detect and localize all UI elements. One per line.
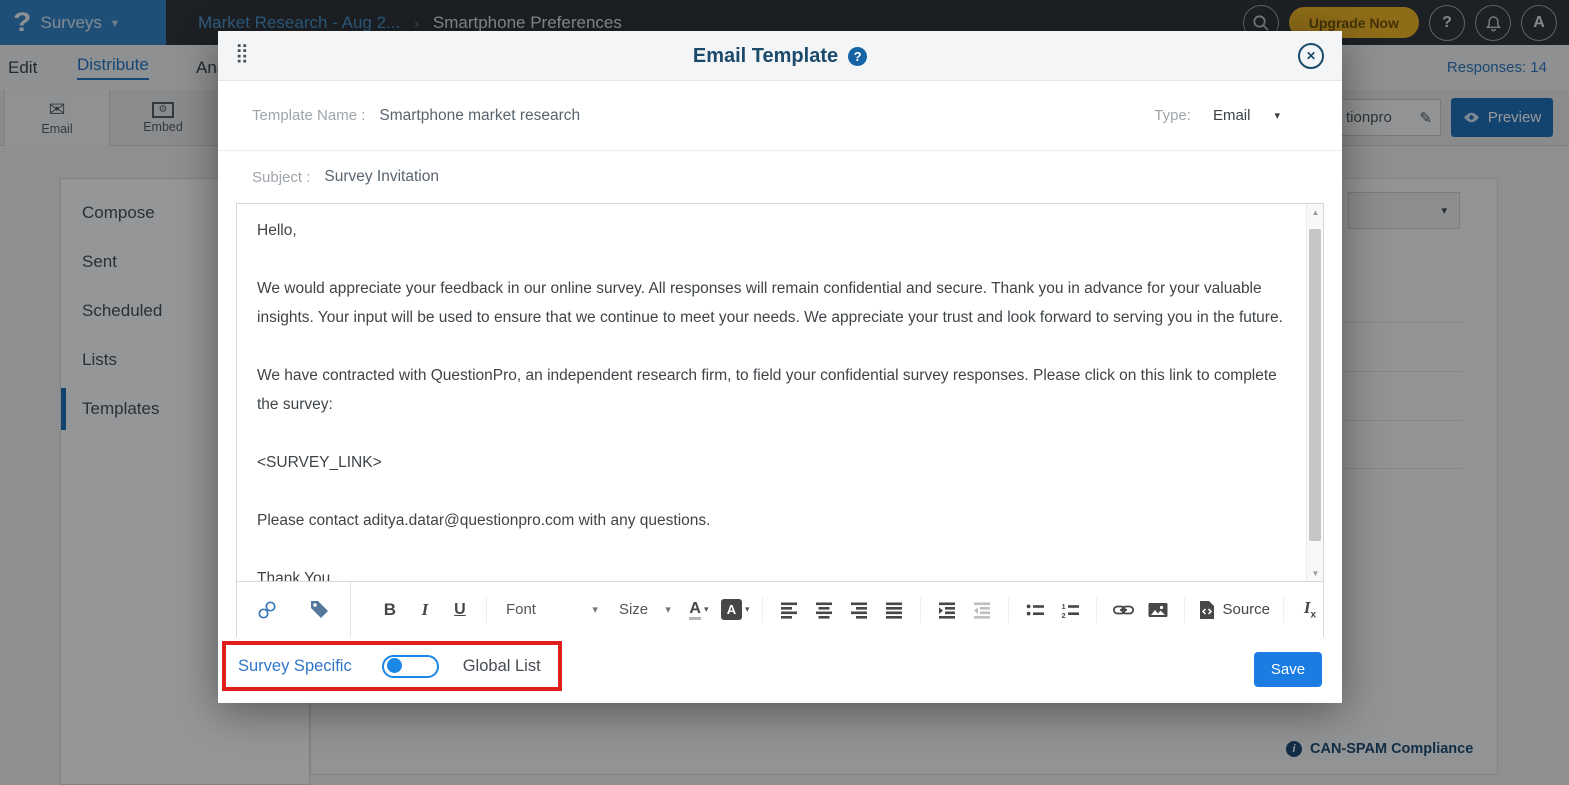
template-name-label: Template Name : — [252, 107, 365, 124]
chain-rings-icon — [257, 600, 277, 620]
type-selected-value: Email — [1213, 107, 1251, 124]
toolbar-divider — [486, 597, 487, 623]
source-button[interactable]: Source — [1198, 595, 1270, 625]
indent-increase-icon — [938, 601, 956, 619]
screen: ? Surveys ▾ Market Research - Aug 2... ›… — [0, 0, 1569, 785]
type-group: Type: Email ▾ — [1154, 107, 1308, 124]
source-label: Source — [1222, 601, 1270, 618]
bulleted-list-icon — [1026, 601, 1044, 619]
email-body-editor: Hello, We would appreciate your feedback… — [236, 203, 1324, 637]
font-size-select[interactable]: Size ▾ — [613, 601, 677, 618]
tag-icon — [310, 600, 329, 619]
decrease-indent-button[interactable] — [969, 595, 995, 625]
remove-format-icon: Ix — [1304, 598, 1316, 620]
toolbar-divider — [762, 597, 763, 623]
chevron-down-icon: ▾ — [592, 603, 598, 616]
text-color-button[interactable]: A ▾ — [686, 595, 712, 625]
source-icon — [1198, 600, 1216, 620]
subject-input[interactable]: Survey Invitation — [324, 168, 439, 186]
numbered-list-button[interactable]: 12 — [1057, 595, 1083, 625]
toolbar-divider — [1184, 597, 1185, 623]
scrollbar-thumb[interactable] — [1309, 229, 1321, 541]
close-icon: ✕ — [1306, 49, 1316, 63]
align-center-button[interactable] — [811, 595, 837, 625]
scroll-down-icon[interactable]: ▼ — [1307, 565, 1324, 581]
list-scope-toggle[interactable] — [382, 655, 439, 678]
toolbar-divider — [1096, 597, 1097, 623]
numbered-list-icon: 12 — [1061, 601, 1079, 619]
subject-row: Subject : Survey Invitation — [218, 151, 1342, 203]
toggle-knob — [387, 658, 402, 673]
global-list-label: Global List — [463, 657, 541, 676]
align-center-icon — [815, 601, 833, 619]
survey-specific-label: Survey Specific — [238, 657, 352, 676]
toolbar-divider — [1283, 597, 1284, 623]
subject-label: Subject : — [252, 169, 310, 186]
align-left-button[interactable] — [776, 595, 802, 625]
insert-link-button[interactable] — [1110, 595, 1136, 625]
scroll-up-icon[interactable]: ▲ — [1307, 204, 1324, 220]
toolbar-divider — [1008, 597, 1009, 623]
template-name-input[interactable]: Smartphone market research — [379, 107, 580, 125]
help-icon[interactable]: ? — [848, 47, 867, 66]
annotation-highlight-box: Survey Specific Global List — [222, 641, 562, 691]
survey-link-button[interactable] — [254, 595, 280, 625]
type-select[interactable]: Email ▾ — [1213, 107, 1280, 124]
underline-button[interactable]: U — [447, 595, 473, 625]
background-color-button[interactable]: A ▾ — [721, 595, 750, 625]
align-justify-button[interactable] — [881, 595, 907, 625]
image-icon — [1148, 601, 1168, 619]
save-button[interactable]: Save — [1254, 652, 1322, 687]
svg-text:1: 1 — [1062, 602, 1066, 611]
chevron-down-icon: ▾ — [665, 603, 671, 616]
chevron-down-icon: ▾ — [704, 604, 709, 615]
modal-title-row: Email Template ? — [218, 31, 1342, 81]
chevron-down-icon: ▾ — [745, 604, 750, 615]
modal-title: Email Template — [693, 45, 838, 68]
font-family-value: Font — [506, 601, 536, 618]
align-right-icon — [850, 601, 868, 619]
remove-format-button[interactable]: Ix — [1297, 595, 1323, 625]
toolbar-insert-group — [237, 582, 351, 637]
save-label: Save — [1271, 661, 1305, 678]
bulleted-list-button[interactable] — [1022, 595, 1048, 625]
template-name-row: Template Name : Smartphone market resear… — [218, 81, 1342, 151]
text-color-icon: A — [689, 600, 701, 620]
align-right-button[interactable] — [846, 595, 872, 625]
italic-button[interactable]: I — [412, 595, 438, 625]
insert-image-button[interactable] — [1145, 595, 1171, 625]
editor-toolbar: B I U Font ▾ Size ▾ A ▾ — [237, 581, 1323, 637]
align-justify-icon — [885, 601, 903, 619]
merge-tag-button[interactable] — [306, 595, 332, 625]
email-template-modal: ⣿ Email Template ? ✕ Template Name : Sma… — [218, 31, 1342, 703]
font-family-select[interactable]: Font ▾ — [500, 601, 604, 618]
toolbar-format-group: B I U Font ▾ Size ▾ A ▾ — [351, 595, 1323, 625]
bold-button[interactable]: B — [377, 595, 403, 625]
type-label: Type: — [1154, 107, 1191, 124]
email-body-textarea[interactable]: Hello, We would appreciate your feedback… — [237, 204, 1307, 581]
toolbar-divider — [920, 597, 921, 623]
modal-header: ⣿ Email Template ? ✕ — [218, 31, 1342, 81]
increase-indent-button[interactable] — [934, 595, 960, 625]
close-button[interactable]: ✕ — [1298, 43, 1324, 69]
svg-text:2: 2 — [1062, 611, 1066, 619]
align-left-icon — [780, 601, 798, 619]
link-icon — [1113, 600, 1134, 620]
chevron-down-icon: ▾ — [1274, 109, 1280, 122]
background-color-icon: A — [721, 599, 742, 620]
editor-scrollbar[interactable]: ▲ ▼ — [1306, 204, 1323, 581]
indent-decrease-icon — [973, 601, 991, 619]
font-size-value: Size — [619, 601, 648, 618]
